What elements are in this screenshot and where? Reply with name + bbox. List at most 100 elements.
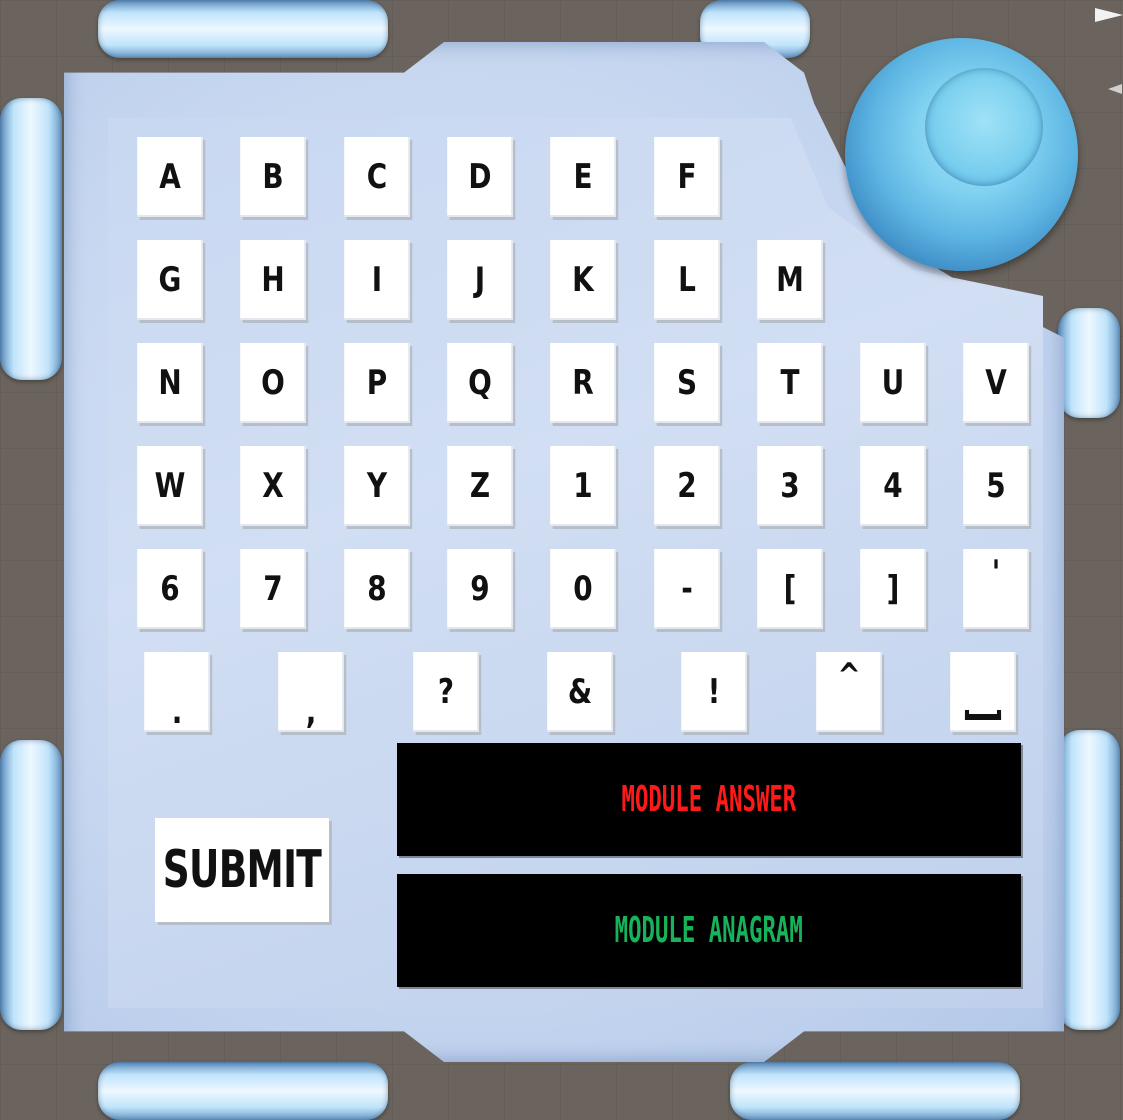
key-U[interactable]: U bbox=[860, 343, 926, 423]
key-9[interactable]: 9 bbox=[447, 549, 513, 629]
key-Z[interactable]: Z bbox=[447, 446, 513, 526]
key-I[interactable]: I bbox=[343, 240, 410, 320]
key-B[interactable]: B bbox=[240, 137, 307, 217]
key-label: ] bbox=[886, 569, 900, 609]
key-![interactable]: ! bbox=[681, 652, 747, 732]
key-O[interactable]: O bbox=[240, 343, 307, 423]
key-7[interactable]: 7 bbox=[240, 549, 307, 629]
key-label: 7 bbox=[263, 569, 283, 609]
key-V[interactable]: V bbox=[963, 343, 1030, 423]
submit-button[interactable]: SUBMIT bbox=[155, 818, 329, 922]
key-A[interactable]: A bbox=[137, 137, 203, 217]
frame-bottom-left-bar bbox=[98, 1062, 388, 1120]
key-label: 1 bbox=[573, 466, 593, 506]
key-Q[interactable]: Q bbox=[447, 343, 513, 423]
key-Y[interactable]: Y bbox=[343, 446, 410, 526]
key-label: 3 bbox=[780, 466, 800, 506]
key-^[interactable]: ^ bbox=[815, 652, 882, 732]
key-1[interactable]: 1 bbox=[550, 446, 616, 526]
key-0[interactable]: 0 bbox=[550, 549, 616, 629]
key-label: F bbox=[676, 157, 697, 197]
key-label: - bbox=[680, 569, 693, 609]
key-N[interactable]: N bbox=[137, 343, 203, 423]
key-label: Z bbox=[469, 466, 490, 506]
key-space[interactable] bbox=[949, 652, 1016, 732]
key-G[interactable]: G bbox=[137, 240, 203, 320]
key-label: ^ bbox=[836, 656, 861, 696]
frame-bottom-right-bar bbox=[730, 1062, 1020, 1120]
key-label: E bbox=[573, 157, 593, 197]
frame-right-mid-bar bbox=[1058, 308, 1120, 418]
key-label: X bbox=[262, 466, 285, 506]
key-'[interactable]: ' bbox=[963, 549, 1030, 629]
key-label: S bbox=[676, 363, 697, 403]
key-label: J bbox=[474, 260, 486, 300]
key-label: P bbox=[366, 363, 387, 403]
key-5[interactable]: 5 bbox=[963, 446, 1030, 526]
key-label: 6 bbox=[160, 569, 180, 609]
key-?[interactable]: ? bbox=[412, 652, 479, 732]
key-8[interactable]: 8 bbox=[343, 549, 410, 629]
key-label: ! bbox=[707, 672, 721, 712]
module-answer-display: MODULE ANSWER bbox=[397, 743, 1021, 856]
key-K[interactable]: K bbox=[550, 240, 616, 320]
key-H[interactable]: H bbox=[240, 240, 307, 320]
key-label: D bbox=[468, 157, 492, 197]
key-label: K bbox=[572, 260, 594, 300]
module-anagram-text: MODULE ANAGRAM bbox=[614, 910, 804, 951]
key-label: B bbox=[262, 157, 284, 197]
key-label: U bbox=[881, 363, 905, 403]
key-F[interactable]: F bbox=[653, 137, 720, 217]
module-anagram-display: MODULE ANAGRAM bbox=[397, 874, 1021, 987]
key-label: Y bbox=[366, 466, 387, 506]
key-label: 4 bbox=[883, 466, 903, 506]
key-M[interactable]: M bbox=[756, 240, 823, 320]
key-,[interactable]: , bbox=[278, 652, 345, 732]
key-.[interactable]: . bbox=[144, 652, 210, 732]
key-[[interactable]: [ bbox=[756, 549, 823, 629]
key-label: H bbox=[261, 260, 285, 300]
key-label: R bbox=[572, 363, 594, 403]
key-label: N bbox=[158, 363, 182, 403]
key-label: , bbox=[305, 692, 317, 732]
key-4[interactable]: 4 bbox=[860, 446, 926, 526]
key-label: W bbox=[154, 466, 186, 506]
key-label: 5 bbox=[986, 466, 1007, 506]
key-J[interactable]: J bbox=[447, 240, 513, 320]
key-6[interactable]: 6 bbox=[137, 549, 203, 629]
key-E[interactable]: E bbox=[550, 137, 616, 217]
key-label: Q bbox=[468, 363, 492, 403]
key-X[interactable]: X bbox=[240, 446, 307, 526]
key-label: [ bbox=[783, 569, 797, 609]
key-][interactable]: ] bbox=[860, 549, 926, 629]
small-arrow-icon bbox=[1108, 84, 1122, 94]
key-R[interactable]: R bbox=[550, 343, 616, 423]
key-C[interactable]: C bbox=[343, 137, 410, 217]
submit-label: SUBMIT bbox=[162, 840, 322, 900]
key-label: V bbox=[985, 363, 1008, 403]
key-D[interactable]: D bbox=[447, 137, 513, 217]
key-label: 9 bbox=[470, 569, 490, 609]
space-bar-icon bbox=[964, 710, 1001, 720]
key-label: . bbox=[171, 692, 183, 732]
key-&[interactable]: & bbox=[547, 652, 613, 732]
key-label: 2 bbox=[676, 466, 697, 506]
key-W[interactable]: W bbox=[137, 446, 203, 526]
status-light bbox=[925, 68, 1043, 186]
key-T[interactable]: T bbox=[756, 343, 823, 423]
status-light-knob bbox=[845, 38, 1078, 271]
frame-left-bottom-bar bbox=[0, 740, 62, 1030]
key-L[interactable]: L bbox=[653, 240, 720, 320]
module-answer-text: MODULE ANSWER bbox=[621, 779, 797, 820]
key-label: M bbox=[775, 260, 804, 300]
key-S[interactable]: S bbox=[653, 343, 720, 423]
key-label: & bbox=[567, 672, 593, 712]
key-P[interactable]: P bbox=[343, 343, 410, 423]
frame-top-left-bar bbox=[98, 0, 388, 58]
key--[interactable]: - bbox=[653, 549, 720, 629]
key-label: A bbox=[159, 157, 181, 197]
key-2[interactable]: 2 bbox=[653, 446, 720, 526]
key-3[interactable]: 3 bbox=[756, 446, 823, 526]
key-label: T bbox=[780, 363, 800, 403]
key-label: I bbox=[371, 260, 382, 300]
